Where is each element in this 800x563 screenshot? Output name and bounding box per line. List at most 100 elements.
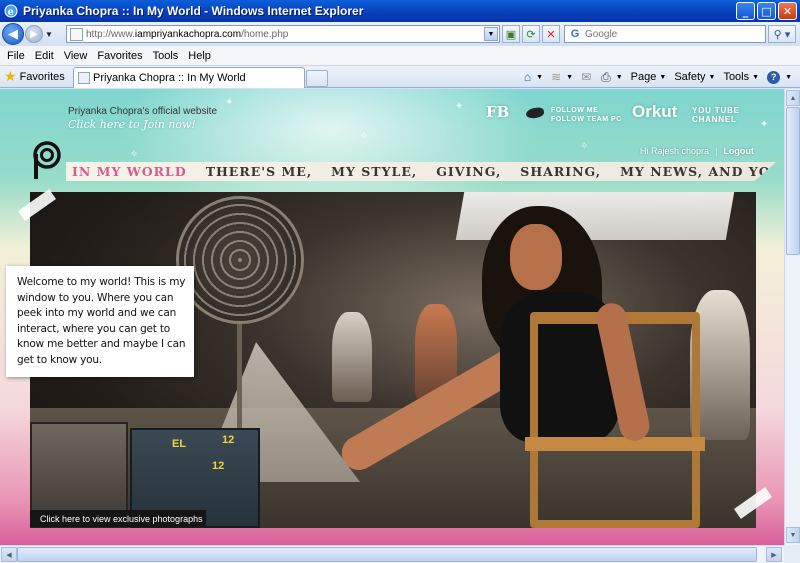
sparkle-icon: ✦	[225, 97, 234, 108]
stop-button[interactable]: ✕	[542, 25, 560, 43]
welcome-text: Welcome to my world! This is my window t…	[17, 276, 186, 366]
menu-bar: File Edit View Favorites Tools Help	[0, 46, 800, 66]
star-icon: ★	[4, 68, 17, 84]
safety-menu-label: Safety	[674, 71, 706, 83]
orkut-link[interactable]: Orkut	[632, 102, 677, 122]
nav-sharing[interactable]: SHARING,	[520, 164, 601, 179]
menu-edit[interactable]: Edit	[32, 50, 61, 62]
favorites-label: Favorites	[19, 70, 65, 83]
close-button[interactable]: ✕	[778, 2, 797, 20]
help-menu-button[interactable]: ? ▼	[763, 68, 796, 86]
feeds-button[interactable]: ≋ ▼	[547, 68, 577, 86]
page-menu-button[interactable]: Page ▼	[627, 68, 671, 86]
join-now-link[interactable]: Click here to Join now!	[68, 118, 196, 131]
search-input[interactable]	[585, 28, 755, 40]
mail-button[interactable]: ✉	[577, 68, 597, 86]
facebook-link[interactable]: FB	[486, 103, 509, 121]
user-separator: |	[715, 146, 718, 156]
horizontal-scrollbar[interactable]: ◀ ▶	[0, 545, 784, 563]
address-dropdown-button[interactable]: ▼	[484, 27, 498, 41]
compatibility-icon: ▣	[505, 28, 517, 41]
scroll-right-button[interactable]: ▶	[766, 547, 782, 562]
logout-link[interactable]: Logout	[723, 146, 754, 156]
search-button[interactable]: ⚲ ▾	[768, 25, 796, 43]
scroll-left-button[interactable]: ◀	[1, 547, 17, 562]
maximize-button[interactable]: □	[757, 2, 776, 20]
tools-menu-button[interactable]: Tools ▼	[719, 68, 763, 86]
safety-menu-button[interactable]: Safety ▼	[670, 68, 719, 86]
chair-seat	[525, 437, 705, 451]
stop-icon: ✕	[546, 28, 556, 41]
address-toolbar: ◀ ▶ ▼ http://www.iampriyankachopra.com/h…	[0, 22, 800, 46]
sparkle-icon: ✧	[130, 149, 139, 160]
console-label: EL	[172, 438, 187, 450]
scroll-up-button[interactable]: ▲	[786, 90, 800, 106]
welcome-card: Welcome to my world! This is my window t…	[6, 266, 194, 377]
studio-fan	[176, 196, 304, 324]
back-button[interactable]: ◀	[2, 23, 24, 45]
nav-giving[interactable]: GIVING,	[436, 164, 501, 179]
official-site-text: Priyanka Chopra's official website	[68, 106, 218, 117]
internet-explorer-icon: e	[4, 4, 18, 18]
exclusive-photos-link[interactable]: Click here to view exclusive photographs	[30, 510, 206, 527]
search-field[interactable]: G	[564, 25, 766, 43]
scroll-down-button[interactable]: ▼	[786, 527, 800, 543]
recent-pages-dropdown[interactable]: ▼	[45, 30, 57, 39]
tab-command-bar: ★ Favorites Priyanka Chopra :: In My Wor…	[0, 66, 800, 88]
horizontal-scroll-thumb[interactable]	[17, 547, 757, 562]
print-button[interactable]: ⎙ ▼	[597, 68, 627, 86]
menu-tools[interactable]: Tools	[150, 50, 186, 62]
mail-icon: ✉	[581, 70, 592, 84]
pc-logo-icon[interactable]	[30, 140, 62, 180]
tab-title: Priyanka Chopra :: In My World	[93, 72, 246, 84]
window-title: Priyanka Chopra :: In My World - Windows…	[23, 4, 364, 18]
nav-theres-me[interactable]: THERE'S ME,	[206, 164, 312, 179]
forward-button[interactable]: ▶	[25, 25, 43, 43]
print-icon: ⎙	[601, 69, 611, 84]
address-url: http://www.iampriyankachopra.com/home.ph…	[86, 28, 289, 40]
refresh-icon: ⟳	[526, 28, 536, 41]
menu-favorites[interactable]: Favorites	[94, 50, 149, 62]
nav-my-style[interactable]: MY STYLE,	[331, 164, 417, 179]
arrow-right-icon: ▶	[30, 28, 38, 40]
console-label: 12	[212, 460, 225, 472]
menu-file[interactable]: File	[4, 50, 32, 62]
crew-member	[332, 312, 372, 402]
page-menu-label: Page	[630, 71, 657, 83]
feeds-icon: ≋	[551, 70, 562, 84]
nav-in-my-world[interactable]: IN MY WORLD	[72, 164, 187, 179]
menu-view[interactable]: View	[61, 50, 95, 62]
nav-my-news-and-you[interactable]: MY NEWS, AND YOU	[620, 164, 776, 179]
minimize-button[interactable]: _	[736, 2, 755, 20]
vertical-scrollbar[interactable]: ▲ ▼	[784, 89, 800, 545]
scrollbar-corner	[784, 545, 800, 563]
vertical-scroll-thumb[interactable]	[786, 107, 800, 255]
model-face	[510, 224, 562, 290]
sparkle-icon: ✧	[580, 141, 589, 152]
svg-text:e: e	[8, 7, 14, 18]
address-input[interactable]: http://www.iampriyankachopra.com/home.ph…	[66, 25, 500, 43]
help-icon: ?	[767, 70, 781, 84]
tab-active[interactable]: Priyanka Chopra :: In My World	[73, 67, 305, 88]
home-button[interactable]: ⌂ ▼	[520, 68, 547, 86]
menu-help[interactable]: Help	[185, 50, 218, 62]
home-icon: ⌂	[523, 70, 532, 84]
arrow-left-icon: ◀	[8, 26, 18, 41]
sparkle-icon: ✦	[760, 119, 769, 130]
favorites-button[interactable]: ★ Favorites	[4, 68, 65, 85]
search-icon: ⚲ ▾	[773, 28, 791, 41]
new-tab-button[interactable]	[306, 70, 328, 87]
page-favicon-icon	[70, 27, 83, 41]
page-viewport: ✦ ✧ ✦ ✧ ✦ ✧ Priyanka Chopra's official w…	[0, 89, 784, 545]
tools-menu-label: Tools	[723, 71, 750, 83]
user-greeting: Hi Rajesh chopra	[640, 146, 710, 156]
refresh-button[interactable]: ⟳	[522, 25, 540, 43]
google-icon: G	[570, 28, 580, 40]
site-navigation: IN MY WORLD THERE'S ME, MY STYLE, GIVING…	[66, 162, 776, 181]
twitter-link[interactable]: FOLLOW ME FOLLOW TEAM PC	[551, 106, 622, 124]
tab-favicon-icon	[78, 72, 90, 84]
sparkle-icon: ✦	[455, 101, 464, 112]
youtube-link[interactable]: YOU TUBE CHANNEL	[692, 106, 740, 124]
window-title-bar[interactable]: e Priyanka Chopra :: In My World - Windo…	[0, 0, 800, 22]
compatibility-view-button[interactable]: ▣	[502, 25, 520, 43]
